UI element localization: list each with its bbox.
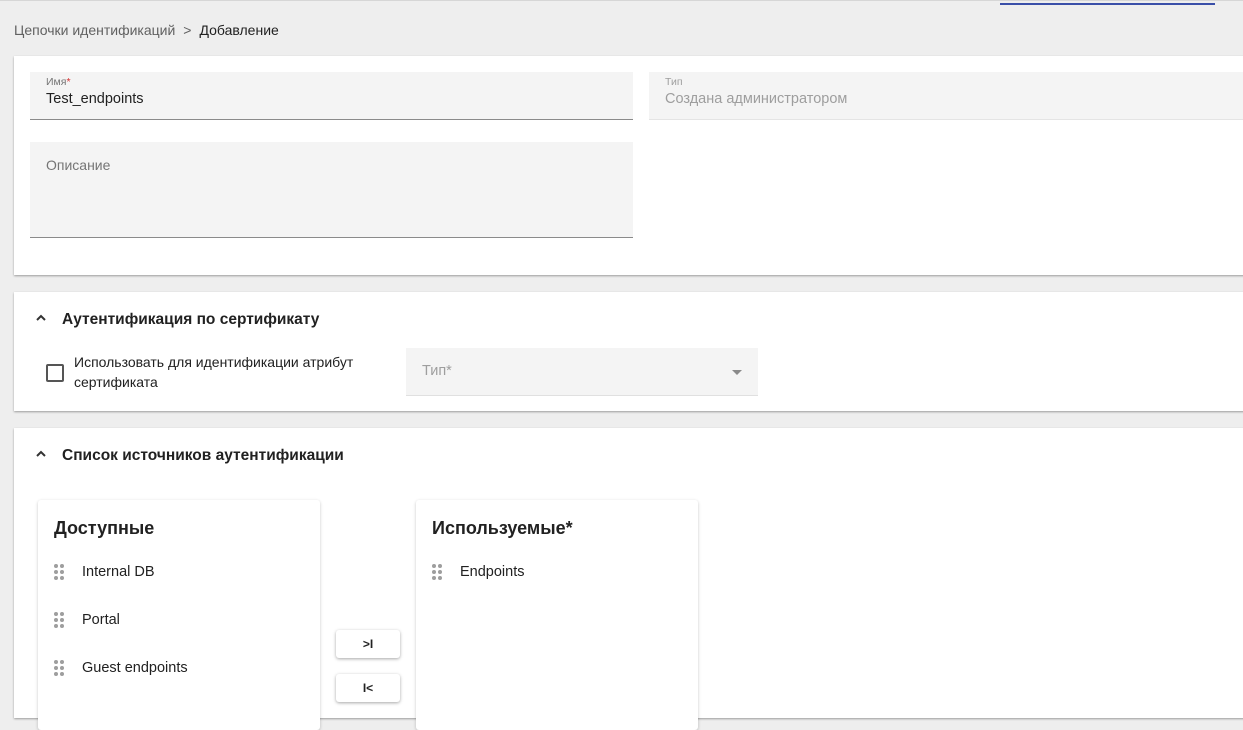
description-field-label: Описание xyxy=(46,157,111,173)
auth-sources-section: Список источников аутентификации Доступн… xyxy=(14,428,1243,730)
type-field-label: Тип xyxy=(665,76,683,88)
list-item[interactable]: Internal DB xyxy=(54,560,155,584)
drag-handle-icon[interactable] xyxy=(432,563,444,581)
list-item[interactable]: Guest endpoints xyxy=(54,656,188,680)
list-item[interactable]: Portal xyxy=(54,608,120,632)
cert-section-title[interactable]: Аутентификация по сертификату xyxy=(62,311,319,329)
dropdown-arrow-icon xyxy=(732,370,742,375)
chevron-up-icon[interactable] xyxy=(34,447,48,461)
available-list-title: Доступные xyxy=(54,518,155,538)
drag-handle-icon[interactable] xyxy=(54,563,66,581)
breadcrumb-parent-link[interactable]: Цепочки идентификаций xyxy=(14,22,175,38)
list-item-label: Endpoints xyxy=(460,564,525,580)
name-field-label: Имя* xyxy=(46,76,71,88)
cert-type-select[interactable]: Тип* xyxy=(406,348,758,396)
type-field-value: Создана администратором xyxy=(665,91,848,107)
move-right-button[interactable]: >I xyxy=(336,630,400,658)
active-tab-indicator xyxy=(1000,3,1215,5)
cert-auth-section: Аутентификация по сертификату Использова… xyxy=(14,292,1243,411)
used-list-title: Используемые* xyxy=(432,518,573,538)
drag-handle-icon[interactable] xyxy=(54,611,66,629)
top-bar-divider xyxy=(0,0,1243,1)
cert-attribute-checkbox[interactable] xyxy=(46,364,64,382)
breadcrumb-current: Добавление xyxy=(199,22,279,38)
list-item-label: Guest endpoints xyxy=(82,660,188,676)
description-field[interactable]: Описание xyxy=(30,142,633,238)
cert-type-select-placeholder: Тип* xyxy=(422,363,452,379)
list-item[interactable]: Endpoints xyxy=(432,560,525,584)
name-field[interactable]: Имя* Test_endpoints xyxy=(30,72,633,120)
list-item-label: Internal DB xyxy=(82,564,155,580)
used-sources-list: Используемые* Endpoints xyxy=(416,500,698,730)
name-field-value: Test_endpoints xyxy=(46,91,144,107)
breadcrumb-separator: > xyxy=(183,22,192,38)
move-left-button[interactable]: I< xyxy=(336,674,400,702)
available-sources-list: Доступные Internal DB Portal Guest endpo… xyxy=(38,500,320,730)
sources-section-title[interactable]: Список источников аутентификации xyxy=(62,447,344,465)
type-field: Тип Создана администратором xyxy=(649,72,1243,120)
breadcrumb: Цепочки идентификаций > Добавление xyxy=(14,22,279,38)
cert-attribute-checkbox-label[interactable]: Использовать для идентификации атрибут с… xyxy=(74,352,394,392)
list-item-label: Portal xyxy=(82,612,120,628)
chevron-up-icon[interactable] xyxy=(34,311,48,325)
drag-handle-icon[interactable] xyxy=(54,659,66,677)
general-card: Имя* Test_endpoints Тип Создана админист… xyxy=(14,56,1243,275)
